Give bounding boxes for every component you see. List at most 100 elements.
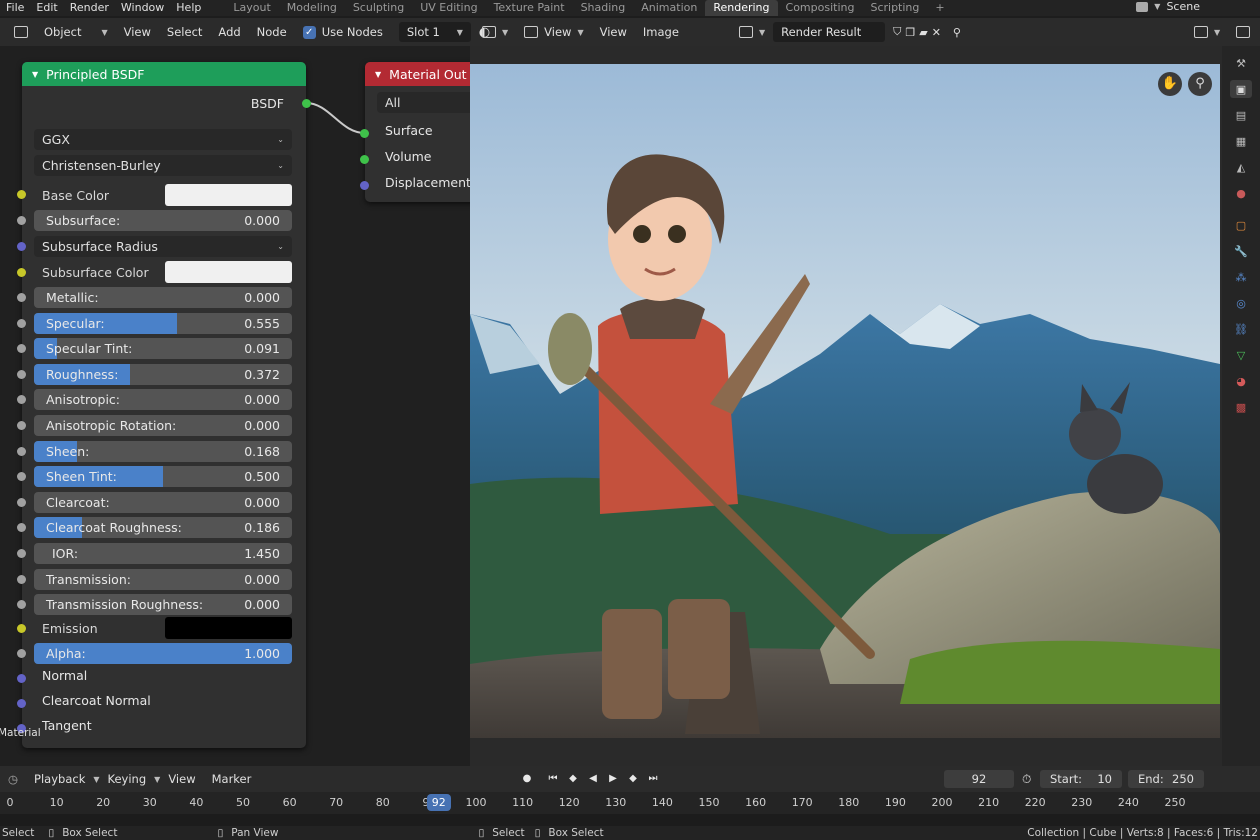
material-output-node[interactable]: ▼ Material Out All Surface Volume Displa…	[360, 62, 470, 202]
zoom-icon[interactable]: ⚲	[1188, 72, 1212, 96]
subsurface-radius-dropdown[interactable]: Subsurface Radius ⌄	[34, 236, 292, 257]
emission-swatch[interactable]	[165, 617, 292, 639]
bsdf-slider[interactable]: Anisotropic Rotation: 0.000	[34, 415, 292, 436]
bsdf-slider[interactable]: Sheen Tint: 0.500	[34, 466, 292, 488]
displacement-socket[interactable]	[360, 181, 369, 190]
view-mode-dropdown[interactable]: View ▼	[516, 25, 591, 39]
tab-animation[interactable]: Animation	[633, 0, 705, 16]
bsdf-slider[interactable]: IOR: 1.450	[34, 543, 292, 564]
principled-bsdf-node[interactable]: ▼ Principled BSDF BSDF GGX ⌄ Christensen…	[17, 62, 311, 748]
slider-socket[interactable]	[17, 600, 26, 610]
bsdf-slider[interactable]: Anisotropic: 0.000	[34, 389, 292, 411]
collapse-triangle-icon[interactable]: ▼	[375, 70, 381, 79]
slider-socket[interactable]	[17, 293, 26, 302]
normal-socket[interactable]	[17, 674, 26, 683]
scene-selector[interactable]: ▼ Scene	[1136, 0, 1200, 14]
scene-tab-icon[interactable]: ◭	[1230, 158, 1252, 176]
node-editor[interactable]: ▼ Principled BSDF BSDF GGX ⌄ Christensen…	[0, 46, 470, 766]
object-tab-icon[interactable]: ▢	[1230, 216, 1252, 234]
play-reverse-icon[interactable]: ◀	[584, 771, 602, 787]
bsdf-slider[interactable]: Transmission: 0.000	[34, 568, 292, 590]
tab-rendering[interactable]: Rendering	[705, 0, 778, 16]
tab-scripting[interactable]: Scripting	[862, 0, 927, 16]
base-color-socket[interactable]	[17, 190, 26, 199]
menu-select[interactable]: Select	[159, 25, 210, 39]
menu-add[interactable]: Add	[210, 25, 248, 39]
bsdf-slider[interactable]: Sheen: 0.168	[34, 440, 292, 462]
subsurface-slider[interactable]: Subsurface: 0.000	[34, 210, 292, 231]
slider-socket[interactable]	[17, 549, 26, 558]
subsurface-color-socket[interactable]	[17, 268, 26, 277]
target-dropdown[interactable]: All	[377, 92, 470, 113]
slider-socket[interactable]	[17, 446, 26, 456]
output-tab-icon[interactable]: ▤	[1230, 106, 1252, 124]
slider-socket[interactable]	[17, 369, 26, 379]
base-color-swatch[interactable]	[165, 184, 292, 206]
menu-playback[interactable]: Playback	[26, 772, 93, 786]
material-output-header[interactable]: ▼ Material Out	[365, 62, 470, 86]
mode-dropdown[interactable]: Object ▼	[36, 25, 116, 39]
menu-timeline-view[interactable]: View	[160, 772, 203, 786]
tab-modeling[interactable]: Modeling	[279, 0, 345, 16]
menu-keying[interactable]: Keying	[100, 772, 155, 786]
menu-marker[interactable]: Marker	[204, 772, 260, 786]
add-workspace-button[interactable]: +	[927, 0, 952, 16]
volume-socket[interactable]	[360, 155, 369, 164]
subsurface-socket[interactable]	[17, 216, 26, 225]
jump-start-icon[interactable]: ⏮	[544, 771, 562, 787]
editor-type-button[interactable]	[0, 26, 36, 38]
menu-image[interactable]: Image	[635, 25, 687, 39]
pin-icon[interactable]: ⚲	[953, 26, 961, 39]
subsurface-radius-socket[interactable]	[17, 242, 26, 251]
data-tab-icon[interactable]: ▽	[1230, 346, 1252, 364]
end-frame-field[interactable]: End: 250	[1128, 770, 1204, 788]
image-editor[interactable]: ✋ ⚲	[470, 46, 1222, 766]
distribution-dropdown[interactable]: GGX ⌄	[34, 129, 292, 150]
subsurface-color-swatch[interactable]	[165, 261, 292, 283]
use-nodes-checkbox[interactable]: ✓ Use Nodes	[295, 25, 391, 39]
slider-socket[interactable]	[17, 472, 26, 482]
playhead[interactable]: 92	[426, 794, 451, 811]
display-channels-button[interactable]: ▼	[1186, 26, 1228, 38]
image-browse-button[interactable]: ▼	[731, 26, 773, 38]
clearcoat-normal-socket[interactable]	[17, 699, 26, 708]
menu-image-view[interactable]: View	[592, 25, 635, 39]
tab-layout[interactable]: Layout	[225, 0, 278, 16]
physics-tab-icon[interactable]: ◎	[1230, 294, 1252, 312]
tab-texture-paint[interactable]: Texture Paint	[486, 0, 573, 16]
start-frame-field[interactable]: Start: 10	[1040, 770, 1122, 788]
jump-keyframe-back-icon[interactable]: ◆	[564, 771, 582, 787]
current-frame-field[interactable]: 92	[944, 770, 1014, 788]
alpha-socket[interactable]	[17, 649, 26, 658]
close-icon[interactable]: ✕	[932, 26, 941, 39]
bsdf-slider[interactable]: Specular: 0.555	[34, 312, 292, 334]
stopwatch-icon[interactable]: ⏱	[1022, 772, 1031, 787]
tab-compositing[interactable]: Compositing	[778, 0, 863, 16]
image-name-field[interactable]: Render Result	[773, 22, 886, 42]
collapse-triangle-icon[interactable]: ▼	[32, 70, 38, 79]
render-tab-icon[interactable]: ▣	[1230, 80, 1252, 98]
slot-dropdown[interactable]: Slot 1 ▼	[398, 22, 471, 42]
slider-socket[interactable]	[17, 497, 26, 507]
image-editor-type-button[interactable]: ▼	[474, 26, 516, 38]
bsdf-slider[interactable]: Clearcoat: 0.000	[34, 491, 292, 513]
bsdf-slider[interactable]: Metallic: 0.000	[34, 287, 292, 308]
menu-node[interactable]: Node	[249, 25, 295, 39]
material-tab-icon[interactable]: ◕	[1230, 372, 1252, 390]
bsdf-slider[interactable]: Specular Tint: 0.091	[34, 338, 292, 360]
fake-user-icon[interactable]: ⛉	[893, 25, 901, 39]
tool-tab-icon[interactable]: ⚒	[1230, 54, 1252, 72]
slider-socket[interactable]	[17, 523, 26, 533]
properties-editor-type-button[interactable]	[1228, 26, 1258, 38]
alpha-slider[interactable]: Alpha: 1.000	[34, 643, 292, 664]
render-result-image[interactable]: ✋ ⚲	[470, 64, 1220, 738]
menu-view[interactable]: View	[116, 25, 159, 39]
record-icon[interactable]: ●	[518, 771, 536, 787]
timeline-ruler[interactable]: 0102030405060708090100110120130140150160…	[0, 792, 1260, 814]
duplicate-icon[interactable]: ❐	[905, 26, 915, 39]
timeline-editor-icon[interactable]: ◷	[0, 772, 26, 786]
constraints-tab-icon[interactable]: ⛓	[1230, 320, 1252, 338]
tab-sculpting[interactable]: Sculpting	[345, 0, 412, 16]
texture-tab-icon[interactable]: ▩	[1230, 398, 1252, 416]
surface-socket[interactable]	[360, 129, 369, 138]
